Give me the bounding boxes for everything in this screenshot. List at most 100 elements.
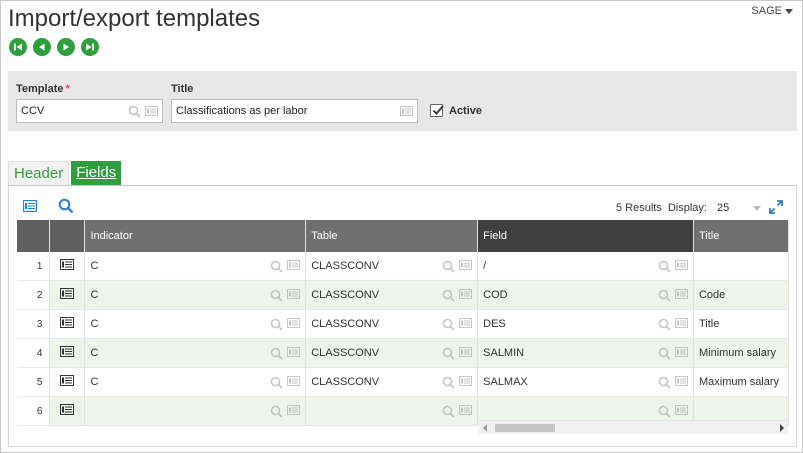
cell-title[interactable]: Maximum salary xyxy=(693,367,789,397)
cell-table[interactable]: CLASSCONV xyxy=(305,338,479,368)
scrollbar-thumb[interactable] xyxy=(495,424,555,432)
column-header-title[interactable]: Title xyxy=(693,220,789,252)
search-icon[interactable] xyxy=(270,376,283,389)
selection-card-icon[interactable] xyxy=(287,375,301,386)
selection-card-icon[interactable] xyxy=(459,288,473,299)
selection-card-icon[interactable] xyxy=(674,375,688,386)
cell-indicator[interactable]: C xyxy=(84,280,307,310)
row-detail-button[interactable] xyxy=(49,338,86,368)
search-icon[interactable] xyxy=(442,405,455,418)
last-record-button[interactable] xyxy=(81,38,99,56)
row-detail-button[interactable] xyxy=(49,396,86,426)
row-detail-icon[interactable] xyxy=(60,346,75,357)
selection-card-icon[interactable] xyxy=(459,404,473,415)
selection-card-icon[interactable] xyxy=(674,317,688,328)
cell-field[interactable]: SALMIN xyxy=(477,338,694,368)
selection-card-icon[interactable] xyxy=(674,404,688,415)
row-detail-button[interactable] xyxy=(49,367,86,397)
selection-card-icon[interactable] xyxy=(459,375,473,386)
next-record-button[interactable] xyxy=(57,38,75,56)
cell-field[interactable]: COD xyxy=(477,280,694,310)
row-detail-icon[interactable] xyxy=(60,259,75,270)
card-view-icon[interactable] xyxy=(23,200,37,212)
row-detail-button[interactable] xyxy=(49,309,86,339)
active-checkbox[interactable]: Active xyxy=(430,104,482,117)
tab-header[interactable]: Header xyxy=(8,161,70,185)
cell-title[interactable] xyxy=(693,252,789,281)
search-icon[interactable] xyxy=(442,289,455,302)
cell-table[interactable] xyxy=(305,396,479,426)
title-field[interactable]: Classifications as per labor xyxy=(171,99,418,123)
row-detail-icon[interactable] xyxy=(60,317,75,328)
text-card-icon[interactable] xyxy=(400,106,413,116)
search-icon[interactable] xyxy=(658,405,671,418)
sage-menu[interactable]: SAGE xyxy=(751,5,793,17)
cell-indicator[interactable]: C xyxy=(84,338,307,368)
selection-card-icon[interactable] xyxy=(287,346,301,357)
column-header-field[interactable]: Field xyxy=(477,220,694,252)
grid-search-icon[interactable] xyxy=(58,198,74,214)
selection-card-icon[interactable] xyxy=(459,317,473,328)
table-row[interactable]: 2 C CLASSCONV COD Code xyxy=(17,280,789,310)
cell-table[interactable]: CLASSCONV xyxy=(305,280,479,310)
row-detail-icon[interactable] xyxy=(60,404,75,415)
search-icon[interactable] xyxy=(442,260,455,273)
scroll-left-icon[interactable] xyxy=(483,424,487,432)
selection-card-icon[interactable] xyxy=(459,259,473,270)
row-detail-button[interactable] xyxy=(49,280,86,310)
cell-title[interactable]: Minimum salary xyxy=(693,338,789,368)
horizontal-scrollbar[interactable] xyxy=(479,420,788,434)
search-icon[interactable] xyxy=(442,318,455,331)
display-select[interactable]: 25 xyxy=(717,202,729,214)
selection-card-icon[interactable] xyxy=(287,317,301,328)
cell-indicator[interactable]: C xyxy=(84,252,307,281)
template-field[interactable]: CCV xyxy=(16,99,163,123)
search-icon[interactable] xyxy=(270,260,283,273)
column-header-table[interactable]: Table xyxy=(305,220,479,252)
table-row[interactable]: 5 C CLASSCONV SALMAX Maximum salary xyxy=(17,367,789,397)
display-caret-icon[interactable] xyxy=(753,205,762,211)
previous-record-button[interactable] xyxy=(33,38,51,56)
search-icon[interactable] xyxy=(270,347,283,360)
column-header-indicator[interactable]: Indicator xyxy=(84,220,307,252)
search-icon[interactable] xyxy=(442,376,455,389)
cell-field[interactable]: SALMAX xyxy=(477,367,694,397)
table-row[interactable]: 1 C CLASSCONV / xyxy=(17,252,789,281)
search-icon[interactable] xyxy=(270,318,283,331)
cell-indicator[interactable]: C xyxy=(84,367,307,397)
search-icon[interactable] xyxy=(128,105,141,118)
table-row[interactable]: 4 C CLASSCONV SALMIN Minimum salary xyxy=(17,338,789,368)
selection-card-icon[interactable] xyxy=(145,106,158,116)
selection-card-icon[interactable] xyxy=(459,346,473,357)
selection-card-icon[interactable] xyxy=(287,259,301,270)
selection-card-icon[interactable] xyxy=(674,346,688,357)
selection-card-icon[interactable] xyxy=(674,288,688,299)
tab-fields[interactable]: Fields xyxy=(71,161,122,185)
search-icon[interactable] xyxy=(658,347,671,360)
cell-indicator[interactable] xyxy=(84,396,307,426)
selection-card-icon[interactable] xyxy=(287,404,301,415)
search-icon[interactable] xyxy=(442,347,455,360)
cell-table[interactable]: CLASSCONV xyxy=(305,367,479,397)
cell-table[interactable]: CLASSCONV xyxy=(305,252,479,281)
search-icon[interactable] xyxy=(658,289,671,302)
checkbox-checked-icon[interactable] xyxy=(430,104,444,117)
search-icon[interactable] xyxy=(658,260,671,273)
expand-icon[interactable] xyxy=(768,199,784,215)
table-row[interactable]: 3 C CLASSCONV DES Title xyxy=(17,309,789,339)
search-icon[interactable] xyxy=(658,318,671,331)
selection-card-icon[interactable] xyxy=(674,259,688,270)
cell-field[interactable]: DES xyxy=(477,309,694,339)
row-detail-icon[interactable] xyxy=(60,375,75,386)
search-icon[interactable] xyxy=(658,376,671,389)
selection-card-icon[interactable] xyxy=(287,288,301,299)
row-detail-button[interactable] xyxy=(49,252,86,281)
cell-title[interactable]: Title xyxy=(693,309,789,339)
cell-indicator[interactable]: C xyxy=(84,309,307,339)
scroll-right-icon[interactable] xyxy=(780,424,784,432)
cell-field[interactable]: / xyxy=(477,252,694,281)
first-record-button[interactable] xyxy=(9,38,27,56)
search-icon[interactable] xyxy=(270,289,283,302)
search-icon[interactable] xyxy=(270,405,283,418)
cell-title[interactable]: Code xyxy=(693,280,789,310)
